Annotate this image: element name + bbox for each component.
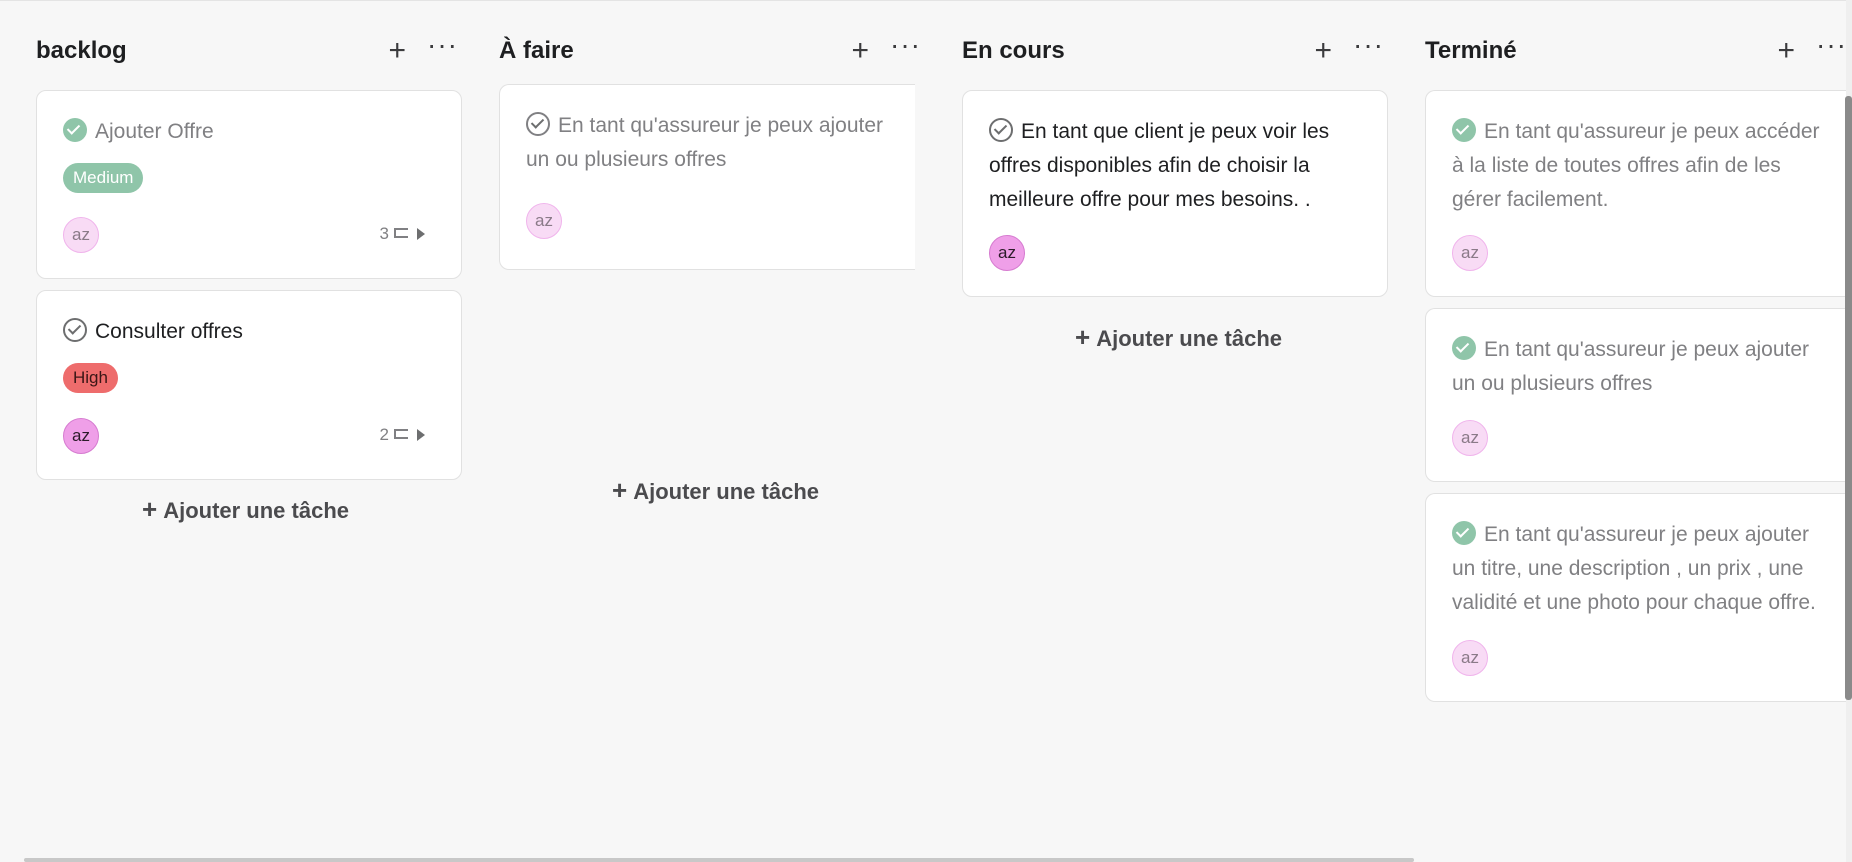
add-task-label: Ajouter une tâche [1096, 326, 1282, 351]
vertical-scrollbar[interactable] [1845, 96, 1852, 700]
completed-check-icon[interactable] [1452, 521, 1476, 545]
plus-icon: + [142, 494, 158, 524]
subtask-count-value: 2 [379, 425, 389, 444]
add-card-icon[interactable]: + [851, 33, 869, 69]
avatar[interactable]: az [63, 217, 99, 253]
column-header: Terminé + ··· [1425, 29, 1852, 69]
subtask-count[interactable]: 2 [380, 425, 425, 445]
add-task-button[interactable]: + Ajouter une tâche [142, 494, 349, 525]
add-task-button[interactable]: + Ajouter une tâche [612, 475, 819, 506]
completed-check-icon[interactable] [63, 118, 87, 142]
subtask-count-value: 3 [379, 224, 389, 243]
task-title: Ajouter Offre [95, 120, 214, 143]
task-title: En tant qu'assureur je peux ajouter un o… [526, 114, 884, 171]
add-task-label: Ajouter une tâche [163, 498, 349, 523]
plus-icon: + [1075, 322, 1091, 352]
column-title: À faire [499, 37, 574, 64]
column-header: En cours + ··· [962, 29, 1390, 69]
add-card-icon[interactable]: + [1777, 33, 1795, 69]
task-title: En tant que client je peux voir les offr… [989, 120, 1330, 211]
subtask-count[interactable]: 3 [380, 224, 425, 244]
task-card[interactable]: En tant qu'assureur je peux ajouter un t… [1425, 493, 1847, 702]
plus-icon: + [612, 475, 628, 505]
column-title: backlog [36, 37, 127, 64]
task-card[interactable]: En tant qu'assureur je peux ajouter un o… [1425, 308, 1847, 482]
more-options-icon[interactable]: ··· [890, 27, 921, 63]
column-title: Terminé [1425, 37, 1517, 64]
more-options-icon[interactable]: ··· [1816, 27, 1847, 63]
subtask-icon [393, 428, 411, 442]
add-task-label: Ajouter une tâche [633, 479, 819, 504]
task-card[interactable]: Consulter offres High az 2 [36, 290, 462, 480]
column-title: En cours [962, 37, 1065, 64]
incomplete-check-icon[interactable] [63, 318, 87, 342]
subtask-icon [393, 227, 411, 241]
priority-badge: High [63, 363, 118, 393]
incomplete-check-icon[interactable] [989, 118, 1013, 142]
expand-caret-icon[interactable] [417, 228, 425, 240]
more-options-icon[interactable]: ··· [1353, 27, 1384, 63]
completed-check-icon[interactable] [1452, 336, 1476, 360]
task-title: En tant qu'assureur je peux accéder à la… [1452, 120, 1820, 211]
task-card[interactable]: En tant qu'assureur je peux accéder à la… [1425, 90, 1847, 297]
avatar[interactable]: az [526, 203, 562, 239]
task-card[interactable]: Ajouter Offre Medium az 3 [36, 90, 462, 279]
avatar[interactable]: az [1452, 235, 1488, 271]
avatar[interactable]: az [989, 235, 1025, 271]
avatar[interactable]: az [1452, 420, 1488, 456]
incomplete-check-icon[interactable] [526, 112, 550, 136]
task-card[interactable]: En tant que client je peux voir les offr… [962, 90, 1388, 297]
completed-check-icon[interactable] [1452, 118, 1476, 142]
more-options-icon[interactable]: ··· [427, 27, 458, 63]
avatar[interactable]: az [1452, 640, 1488, 676]
add-card-icon[interactable]: + [1314, 33, 1332, 69]
column-header: backlog + ··· [36, 29, 464, 69]
expand-caret-icon[interactable] [417, 429, 425, 441]
priority-badge: Medium [63, 163, 144, 193]
top-divider [0, 0, 1852, 1]
task-title: Consulter offres [95, 320, 243, 343]
add-task-button[interactable]: + Ajouter une tâche [1075, 322, 1282, 353]
task-title: En tant qu'assureur je peux ajouter un o… [1452, 338, 1810, 395]
horizontal-scrollbar[interactable] [24, 858, 1414, 862]
task-card[interactable]: En tant qu'assureur je peux ajouter un o… [499, 84, 915, 270]
avatar[interactable]: az [63, 418, 99, 454]
task-title: En tant qu'assureur je peux ajouter un t… [1452, 523, 1816, 614]
column-header: À faire + ··· [499, 29, 927, 69]
add-card-icon[interactable]: + [388, 33, 406, 69]
